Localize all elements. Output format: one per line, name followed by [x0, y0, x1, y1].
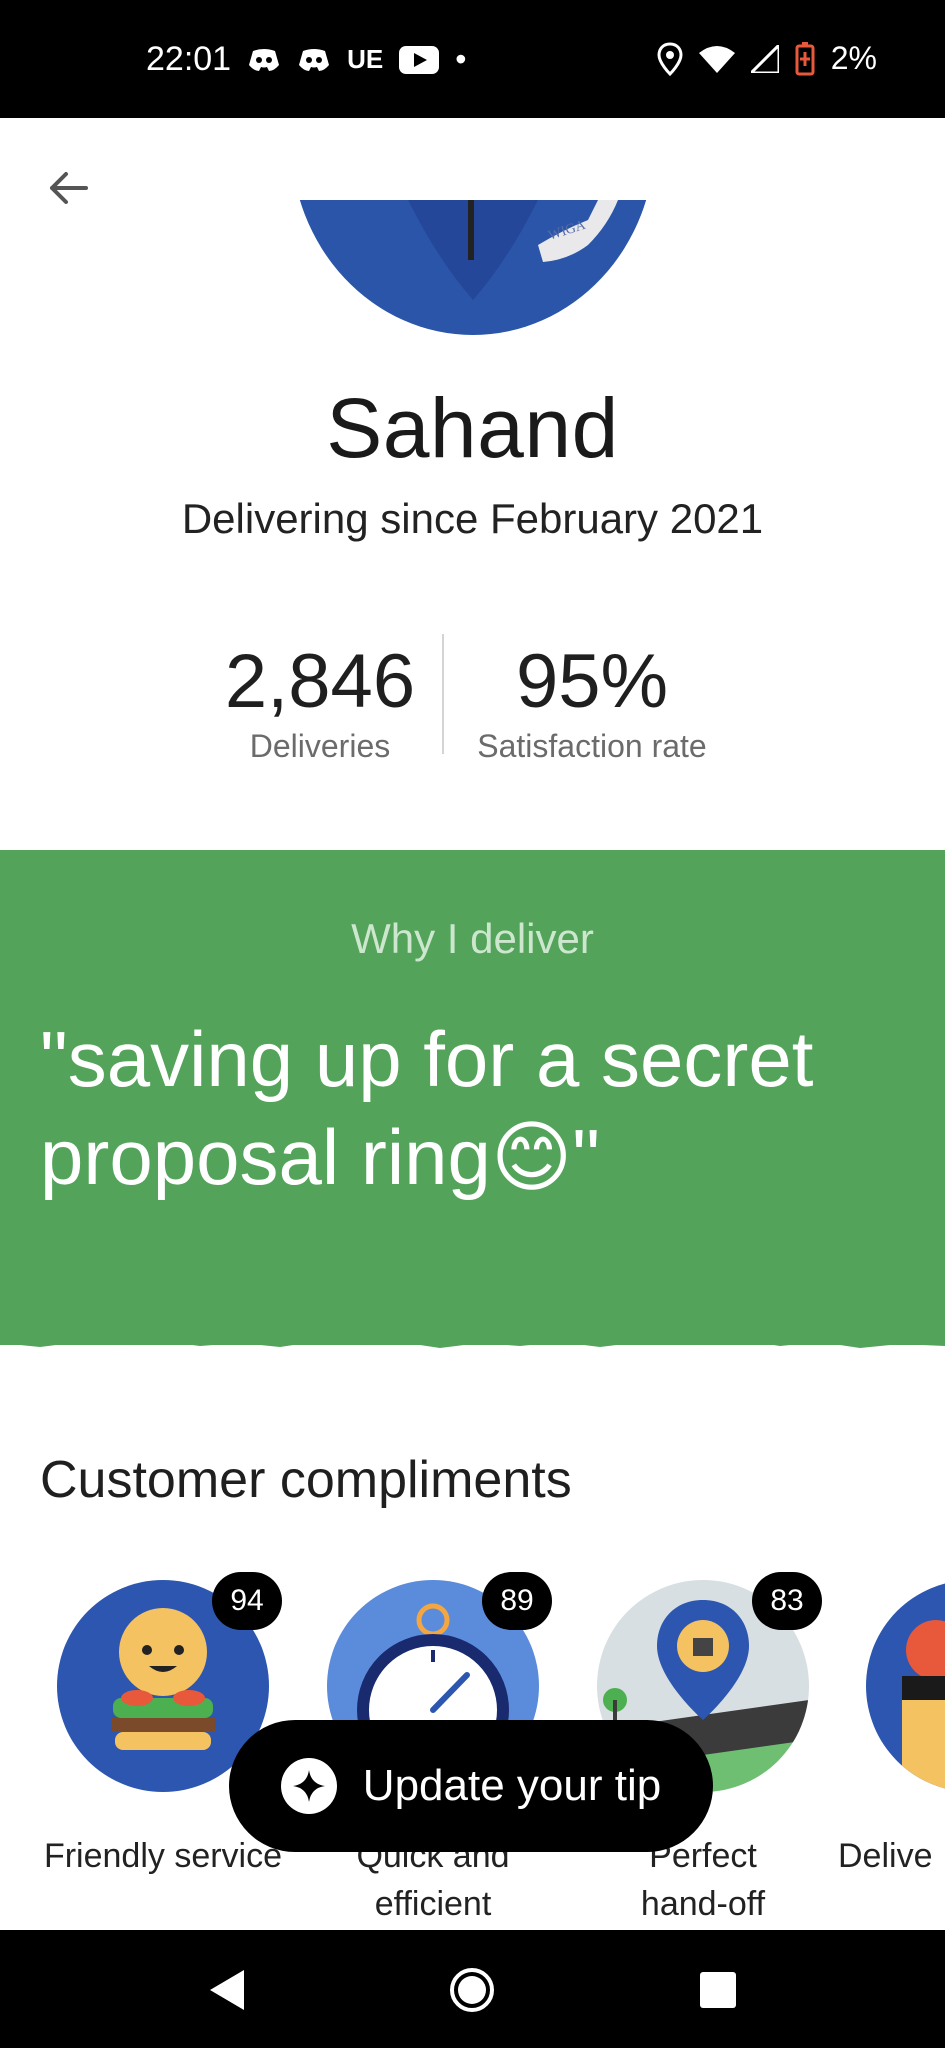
why-i-deliver-quote: "saving up for a secret proposal ring😊": [40, 1015, 814, 1201]
status-time: 22:01: [146, 40, 232, 78]
compliment-label: Delive: [838, 1837, 933, 1875]
nav-back-button[interactable]: [196, 1960, 256, 2020]
back-button[interactable]: [40, 160, 96, 216]
battery-percent: 2%: [830, 40, 877, 76]
update-tip-label: Update your tip: [362, 1761, 662, 1810]
delivering-since: Delivering since February 2021: [181, 495, 764, 542]
back-arrow-icon: [50, 172, 88, 204]
compliment-count-badge: 94: [212, 1572, 282, 1630]
status-bar: 22:01 UE • 2%: [0, 0, 945, 118]
satisfaction-stat: 95% Satisfaction rate: [462, 640, 722, 765]
customer-compliments-title: Customer compliments: [40, 1451, 572, 1509]
why-i-deliver-title: Why I deliver: [351, 915, 594, 962]
stats-divider: [442, 634, 444, 754]
compliment-count-badge: 89: [482, 1572, 552, 1630]
sparkle-icon: [280, 1758, 337, 1814]
battery-charging-icon: [795, 41, 815, 76]
satisfaction-value: 95%: [515, 639, 669, 724]
compliment-count-badge: 83: [752, 1572, 822, 1630]
deliveries-value: 2,846: [224, 639, 416, 724]
avatar: WIGA: [288, 200, 658, 335]
torn-edge: [0, 1320, 945, 1348]
nav-home-button[interactable]: [442, 1960, 502, 2020]
navigation-bar: [0, 1930, 945, 2048]
home-circle-icon: [450, 1968, 494, 2012]
discord-icon: [247, 47, 281, 73]
discord-icon: [297, 47, 331, 73]
driver-name: Sahand: [326, 381, 619, 475]
location-icon: [657, 41, 683, 76]
youtube-icon: [399, 45, 440, 74]
satisfaction-label: Satisfaction rate: [477, 728, 707, 764]
signal-icon: [750, 44, 779, 73]
deliveries-stat: 2,846 Deliveries: [210, 640, 430, 765]
update-tip-button[interactable]: Update your tip: [229, 1720, 713, 1852]
nav-recents-button[interactable]: [688, 1960, 748, 2020]
triangle-back-icon: [210, 1970, 244, 2010]
status-dot: •: [455, 41, 467, 77]
deliveries-label: Deliveries: [249, 728, 391, 764]
compliment-partial[interactable]: Delive: [838, 1580, 945, 1880]
carrier-label: UE: [347, 44, 384, 74]
square-recents-icon: [700, 1972, 736, 2008]
delivery-illustration-icon: [866, 1580, 945, 1792]
wifi-icon: [698, 45, 735, 73]
